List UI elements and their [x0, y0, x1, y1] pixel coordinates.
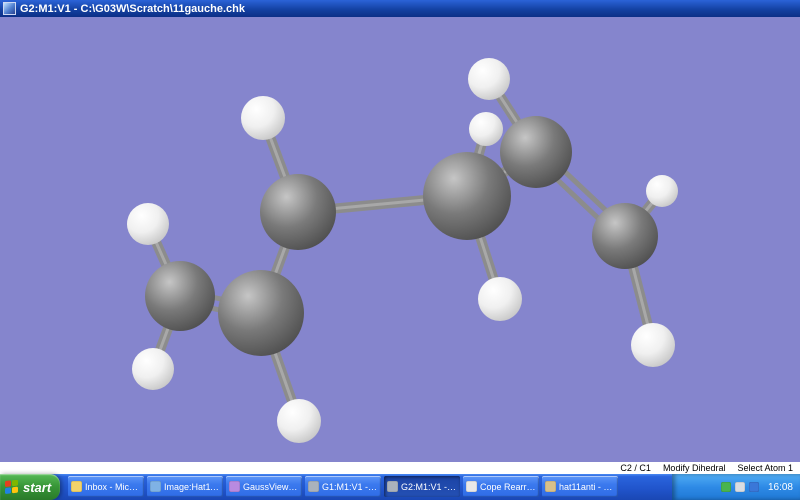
carbon-atom[interactable]	[260, 174, 336, 250]
hydrogen-atom[interactable]	[478, 277, 522, 321]
taskbar-button[interactable]: GaussView 3.09	[226, 476, 302, 497]
taskbar-button[interactable]: Cope Rearrange...	[463, 476, 539, 497]
tray-icon-gray[interactable]	[734, 482, 745, 492]
molecule-viewport[interactable]	[0, 17, 800, 462]
molecule-icon	[387, 481, 398, 492]
status-bar: C2 / C1 Modify Dihedral Select Atom 1	[0, 462, 800, 474]
hydrogen-atom[interactable]	[132, 348, 174, 390]
taskbar-button[interactable]: G1:M1:V1 - C:\D...	[305, 476, 381, 497]
hydrogen-atom[interactable]	[469, 112, 503, 146]
taskbar-button-label: G2:M1:V1 - C:\G...	[401, 481, 457, 492]
gaussview-window: G2:M1:V1 - C:\G03W\Scratch\11gauche.chk …	[0, 0, 800, 500]
status-mode: Modify Dihedral	[662, 463, 726, 473]
title-bar[interactable]: G2:M1:V1 - C:\G03W\Scratch\11gauche.chk	[0, 0, 800, 17]
status-hint: Select Atom 1	[737, 463, 793, 473]
start-button-label: start	[23, 479, 52, 495]
image-icon	[150, 481, 161, 492]
tray-icon-blue[interactable]	[748, 482, 759, 492]
status-selected-atoms: C2 / C1	[620, 463, 651, 473]
gaussview-icon	[229, 481, 240, 492]
carbon-atom[interactable]	[423, 152, 511, 240]
hydrogen-atom[interactable]	[468, 58, 510, 100]
taskbar-button-label: Cope Rearrange...	[480, 481, 536, 492]
molecule-icon	[308, 481, 319, 492]
taskbar-button-label: G1:M1:V1 - C:\D...	[322, 481, 378, 492]
carbon-atom[interactable]	[500, 116, 572, 188]
outlook-icon	[71, 481, 82, 492]
app-icon	[3, 2, 16, 15]
taskbar-button[interactable]: Image:Hat11ant...	[147, 476, 223, 497]
taskbar-button-label: Inbox - Microsof...	[85, 481, 141, 492]
carbon-atom[interactable]	[592, 203, 658, 269]
carbon-atom[interactable]	[145, 261, 215, 331]
windows-logo-icon	[5, 480, 18, 494]
hydrogen-atom[interactable]	[631, 323, 675, 367]
window-title: G2:M1:V1 - C:\G03W\Scratch\11gauche.chk	[20, 2, 245, 15]
hydrogen-atom[interactable]	[646, 175, 678, 207]
taskbar-button-label: GaussView 3.09	[243, 481, 299, 492]
taskbar-button-label: hat11anti - Paint	[559, 481, 615, 492]
hydrogen-atom[interactable]	[241, 96, 285, 140]
hydrogen-atom[interactable]	[277, 399, 321, 443]
taskbar-button[interactable]: Inbox - Microsof...	[68, 476, 144, 497]
tray-icons	[720, 482, 759, 492]
carbon-atom[interactable]	[218, 270, 304, 356]
taskbar-button[interactable]: hat11anti - Paint	[542, 476, 618, 497]
hydrogen-atom[interactable]	[127, 203, 169, 245]
tray-icon-green[interactable]	[720, 482, 731, 492]
taskbar-clock: 16:08	[767, 481, 793, 493]
taskbar-buttons: Inbox - Microsof... Image:Hat11ant... Gaus…	[68, 474, 618, 500]
paint-icon	[545, 481, 556, 492]
start-button[interactable]: start	[0, 474, 60, 500]
system-tray: 16:08	[672, 474, 800, 500]
molecule-canvas	[127, 58, 678, 443]
document-icon	[466, 481, 477, 492]
taskbar: start Inbox - Microsof... Image:Hat11ant.…	[0, 474, 800, 500]
taskbar-button[interactable]: G2:M1:V1 - C:\G...	[384, 476, 460, 497]
taskbar-button-label: Image:Hat11ant...	[164, 481, 220, 492]
